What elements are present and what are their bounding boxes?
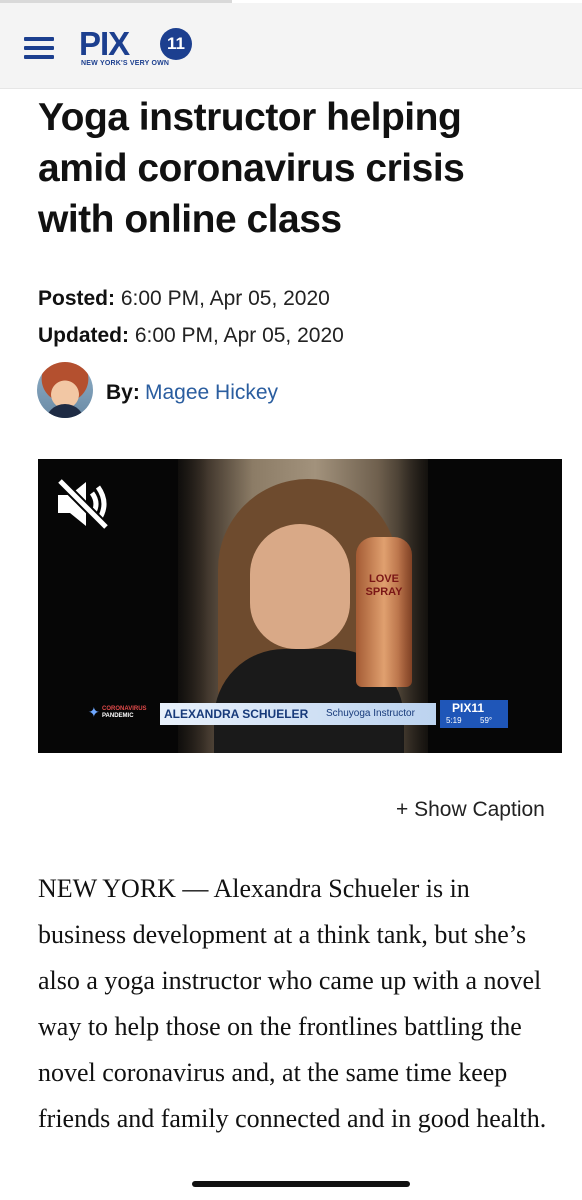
show-caption-button[interactable]: + Show Caption bbox=[396, 798, 545, 822]
broadcast-temperature: 59° bbox=[480, 716, 493, 725]
author-avatar[interactable] bbox=[37, 362, 93, 418]
station-logo: PIX11 bbox=[452, 701, 485, 715]
pandemic-tag: CORONAVIRUS PANDEMIC bbox=[102, 706, 147, 719]
guest-name: ALEXANDRA SCHUELER bbox=[164, 707, 309, 721]
article-headline: Yoga instructor helping amid coronavirus… bbox=[38, 96, 465, 241]
article-body: NEW YORK — Alexandra Schueler is in busi… bbox=[38, 874, 547, 1133]
by-label: By: bbox=[106, 381, 140, 404]
menu-icon[interactable] bbox=[24, 37, 54, 59]
guest-role: Schuyoga Instructor bbox=[326, 708, 415, 719]
home-indicator[interactable] bbox=[192, 1181, 410, 1187]
updated-date: Updated: 6:00 PM, Apr 05, 2020 bbox=[38, 324, 344, 348]
pix11-logo[interactable]: PIX 11 NEW YORK'S VERY OWN bbox=[79, 25, 209, 69]
site-header: PIX 11 NEW YORK'S VERY OWN bbox=[0, 3, 582, 89]
posted-date: Posted: 6:00 PM, Apr 05, 2020 bbox=[38, 287, 330, 311]
author-link[interactable]: Magee Hickey bbox=[145, 381, 278, 405]
logo-number: 11 bbox=[160, 28, 192, 60]
byline: By: Magee Hickey bbox=[37, 362, 437, 420]
posted-value: 6:00 PM, Apr 05, 2020 bbox=[120, 287, 330, 310]
muted-speaker-icon[interactable] bbox=[54, 477, 112, 531]
station-bug: PIX11 5:19 59° bbox=[440, 700, 508, 728]
logo-tagline: NEW YORK'S VERY OWN bbox=[81, 60, 170, 67]
logo-word: PIX bbox=[79, 25, 130, 62]
updated-label: Updated: bbox=[38, 324, 129, 347]
updated-value: 6:00 PM, Apr 05, 2020 bbox=[134, 324, 344, 347]
video-player[interactable]: LOVE SPRAY ✦ CORONAVIRUS PANDEMIC ALEXAN… bbox=[38, 459, 562, 753]
broadcast-time: 5:19 bbox=[446, 716, 462, 725]
lower-third: ✦ CORONAVIRUS PANDEMIC ALEXANDRA SCHUELE… bbox=[88, 700, 538, 728]
posted-label: Posted: bbox=[38, 287, 116, 310]
name-bar: ALEXANDRA SCHUELER Schuyoga Instructor bbox=[160, 703, 436, 725]
